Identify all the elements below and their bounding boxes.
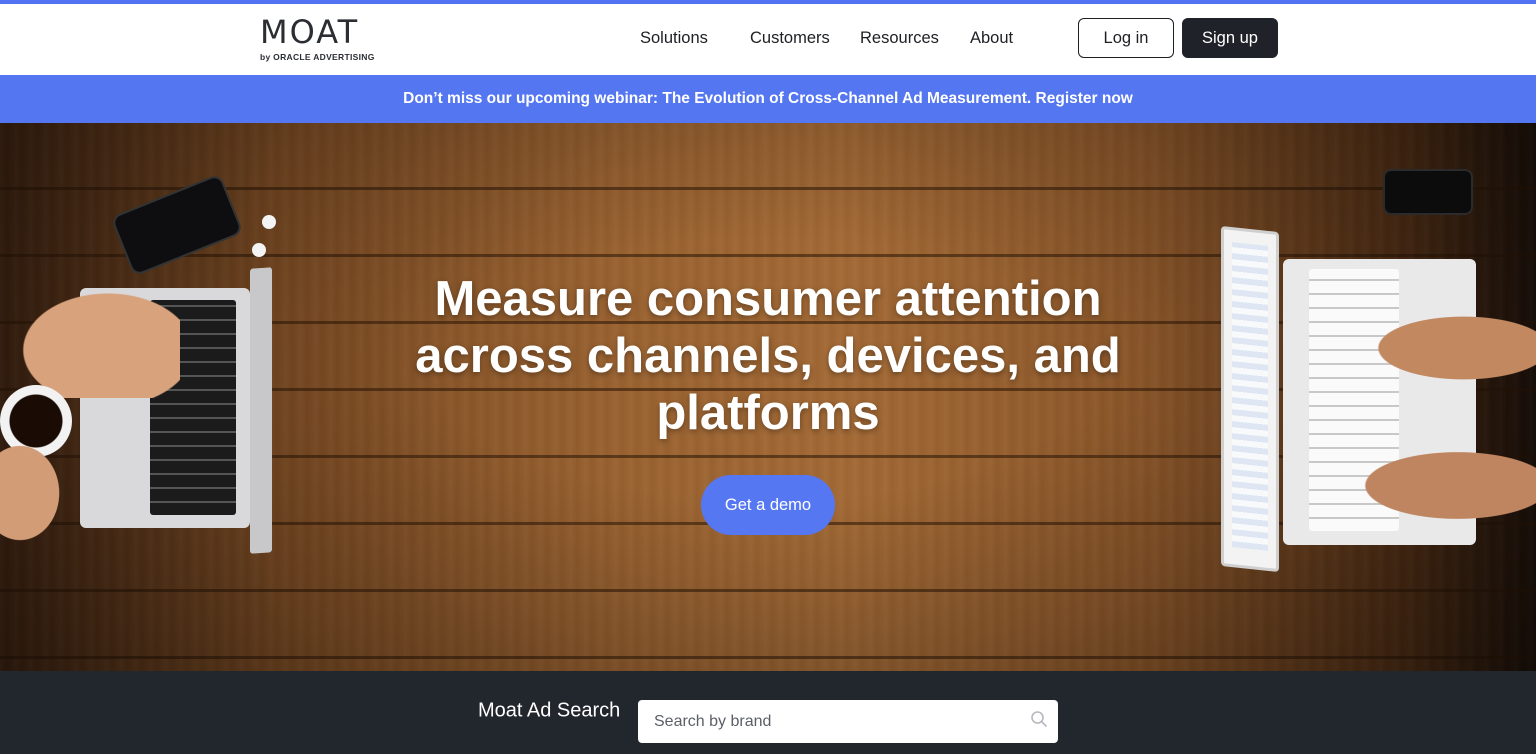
webinar-banner-link[interactable]: Don’t miss our upcoming webinar: The Evo…	[403, 90, 1133, 108]
ad-search-section: Moat Ad Search	[0, 671, 1536, 754]
laptop-screen-image	[250, 267, 272, 554]
ad-search-box	[638, 700, 1058, 743]
nav-item-customers[interactable]: Customers	[750, 29, 830, 48]
hero-earbud-image	[262, 215, 276, 229]
ad-search-label: Moat Ad Search	[478, 699, 621, 722]
hero-hand-image	[1355, 308, 1536, 388]
login-button[interactable]: Log in	[1078, 18, 1174, 58]
signup-button[interactable]: Sign up	[1182, 18, 1278, 58]
site-header: MOAT by ORACLE ADVERTISING Solutions Cus…	[0, 4, 1536, 75]
logo-wordmark: MOAT	[260, 13, 360, 51]
nav-item-solutions[interactable]: Solutions	[640, 29, 708, 48]
hero-section: Measure consumer attention across channe…	[0, 123, 1536, 671]
hero-hand-image	[1340, 443, 1536, 528]
nav-item-resources[interactable]: Resources	[860, 29, 939, 48]
hero-hand-image	[0, 433, 70, 553]
hero-earbud-image	[252, 243, 266, 257]
laptop-screen-image	[1221, 225, 1279, 573]
get-demo-button[interactable]: Get a demo	[701, 475, 835, 535]
search-icon[interactable]	[1030, 710, 1048, 728]
moat-logo[interactable]: MOAT by ORACLE ADVERTISING	[260, 14, 390, 64]
logo-subtitle: by ORACLE ADVERTISING	[260, 52, 375, 62]
hero-hand-image	[0, 278, 180, 398]
hero-phone-right-image	[1383, 169, 1473, 215]
hero-headline: Measure consumer attention across channe…	[415, 272, 1121, 440]
webinar-banner: Don’t miss our upcoming webinar: The Evo…	[0, 75, 1536, 123]
ad-search-input[interactable]	[638, 700, 1018, 743]
nav-item-about[interactable]: About	[970, 29, 1013, 48]
